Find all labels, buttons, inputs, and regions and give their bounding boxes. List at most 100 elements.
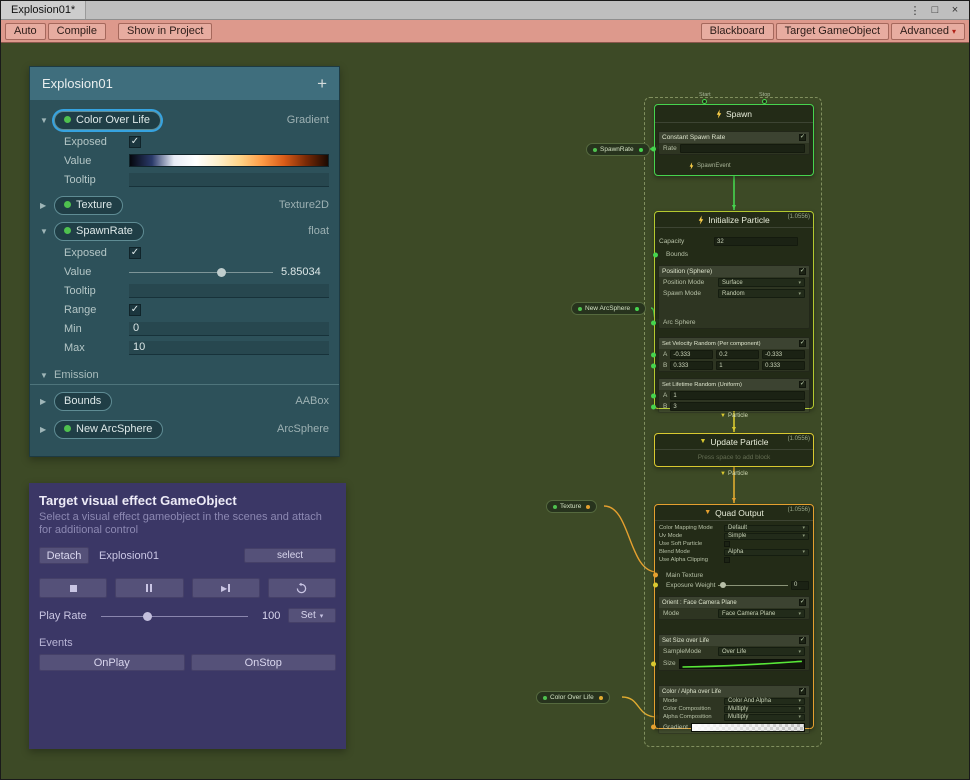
sample-mode-dropdown[interactable]: Over Life▾	[718, 647, 805, 656]
particle-output-port[interactable]: ▼ Particle	[720, 413, 748, 419]
constant-spawn-rate-block[interactable]: Constant Spawn Rate✓ Rate	[658, 131, 810, 155]
advanced-dropdown-button[interactable]: Advanced▾	[891, 23, 965, 40]
block-enabled-checkbox[interactable]: ✓	[799, 340, 806, 347]
blackboard-header[interactable]: Explosion01 +	[30, 67, 339, 100]
min-field[interactable]: 0	[129, 322, 329, 336]
gradient-port-icon[interactable]	[651, 725, 656, 730]
parameter-node-texture[interactable]: Texture	[546, 500, 597, 513]
compile-button[interactable]: Compile	[48, 23, 106, 40]
velocity-b-z-field[interactable]: 0.333	[762, 361, 805, 370]
lifetime-b-port-icon[interactable]	[651, 404, 656, 409]
main-texture-port-icon[interactable]	[653, 573, 658, 578]
particle-output-port[interactable]: ▼ Particle	[720, 471, 748, 477]
restore-icon[interactable]: □	[927, 4, 943, 16]
exposed-checkbox[interactable]: ✓	[129, 136, 141, 148]
select-button[interactable]: select	[244, 548, 336, 563]
size-port-icon[interactable]	[651, 661, 656, 666]
blend-mode-dropdown[interactable]: Alpha▾	[724, 549, 809, 556]
step-button[interactable]: ▶	[192, 578, 260, 598]
position-mode-dropdown[interactable]: Surface▾	[718, 278, 805, 287]
set-velocity-random-block[interactable]: Set Velocity Random (Per component)✓ A -…	[658, 337, 810, 372]
output-port-icon[interactable]	[635, 307, 639, 311]
initialize-node-header[interactable]: Initialize Particle (1.0556)	[655, 212, 813, 228]
output-port-icon[interactable]	[639, 148, 643, 152]
param-row-texture[interactable]: ▶ Texture Texture2D	[30, 193, 339, 217]
chevron-right-icon[interactable]: ▶	[40, 397, 54, 406]
restart-button[interactable]	[268, 578, 336, 598]
param-row-bounds[interactable]: ▶ Bounds AABox	[30, 389, 339, 413]
param-row-new-arcsphere[interactable]: ▶ New ArcSphere ArcSphere	[30, 417, 339, 441]
alpha-composition-dropdown[interactable]: Multiply▾	[724, 714, 805, 721]
exposure-weight-field[interactable]: 0	[791, 581, 809, 590]
color-mode-dropdown[interactable]: Color And Alpha▾	[724, 698, 805, 705]
position-sphere-block[interactable]: Position (Sphere)✓ Position Mode Surface…	[658, 265, 810, 329]
pause-button[interactable]	[115, 578, 183, 598]
block-enabled-checkbox[interactable]: ✓	[799, 637, 806, 644]
chevron-down-icon[interactable]: ▼	[40, 116, 54, 125]
blackboard-toggle-button[interactable]: Blackboard	[701, 23, 774, 40]
velocity-b-y-field[interactable]: 1	[716, 361, 759, 370]
range-checkbox[interactable]: ✓	[129, 304, 141, 316]
block-enabled-checkbox[interactable]: ✓	[799, 599, 806, 606]
block-enabled-checkbox[interactable]: ✓	[799, 381, 806, 388]
param-pill-color-over-life[interactable]: Color Over Life	[54, 111, 161, 130]
chevron-right-icon[interactable]: ▶	[40, 201, 54, 210]
color-alpha-over-life-block[interactable]: Color / Alpha over Life✓ Mode Color And …	[658, 685, 810, 734]
param-pill-bounds[interactable]: Bounds	[54, 392, 112, 411]
spawn-event-output[interactable]: SpawnEvent	[655, 161, 813, 171]
rate-field[interactable]	[680, 144, 805, 153]
param-pill-spawnrate[interactable]: SpawnRate	[54, 222, 144, 241]
size-curve-field[interactable]	[679, 659, 805, 669]
stop-button[interactable]	[39, 578, 107, 598]
tooltip-field[interactable]	[129, 284, 329, 298]
set-play-rate-button[interactable]: Set ▾	[288, 608, 336, 623]
exposure-weight-slider[interactable]	[718, 581, 788, 590]
chevron-down-icon[interactable]: ▼	[40, 227, 54, 236]
param-pill-new-arcsphere[interactable]: New ArcSphere	[54, 420, 163, 439]
velocity-b-x-field[interactable]: 0.333	[670, 361, 713, 370]
output-port-icon[interactable]	[599, 696, 603, 700]
chevron-right-icon[interactable]: ▶	[40, 425, 54, 434]
lifetime-b-field[interactable]: 3	[670, 402, 805, 411]
bounds-port-icon[interactable]	[653, 252, 658, 257]
quad-node-header[interactable]: ▼ Quad Output (1.0556)	[655, 505, 813, 521]
lifetime-a-field[interactable]: 1	[670, 391, 805, 400]
exposure-weight-port-icon[interactable]	[653, 583, 658, 588]
block-enabled-checkbox[interactable]: ✓	[799, 268, 806, 275]
param-pill-texture[interactable]: Texture	[54, 196, 123, 215]
lifetime-a-port-icon[interactable]	[651, 393, 656, 398]
slider-handle[interactable]	[143, 612, 152, 621]
add-parameter-button[interactable]: +	[317, 74, 327, 94]
tooltip-field[interactable]	[129, 173, 329, 187]
arc-sphere-port-icon[interactable]	[651, 320, 656, 325]
graph-canvas[interactable]: Start Stop Spawn Constant Spawn Rate✓ Ra…	[1, 43, 969, 779]
use-alpha-clipping-checkbox[interactable]	[724, 557, 730, 563]
value-field[interactable]: 5.85034	[281, 266, 329, 278]
play-rate-slider[interactable]	[101, 609, 248, 623]
spawn-node-header[interactable]: Spawn	[655, 105, 813, 123]
velocity-a-y-field[interactable]: 0.2	[716, 350, 759, 359]
play-rate-value[interactable]: 100	[248, 610, 288, 622]
capacity-field[interactable]: 32	[714, 237, 798, 246]
auto-button[interactable]: Auto	[5, 23, 46, 40]
color-composition-dropdown[interactable]: Multiply▾	[724, 706, 805, 713]
set-size-over-life-block[interactable]: Set Size over Life✓ SampleMode Over Life…	[658, 634, 810, 671]
category-emission[interactable]: ▼ Emission	[30, 361, 339, 385]
quad-output-node[interactable]: ▼ ▼ Quad Output (1.0556) Color Mapping M…	[654, 504, 814, 729]
update-node-header[interactable]: ▼ Update Particle (1.0556)	[655, 434, 813, 450]
initialize-particle-node[interactable]: ▼ Initialize Particle (1.0556) Capacity …	[654, 211, 814, 409]
velocity-a-port-icon[interactable]	[651, 352, 656, 357]
value-slider[interactable]	[129, 265, 273, 279]
slider-handle[interactable]	[217, 268, 226, 277]
spawn-start-port[interactable]: Start	[699, 92, 711, 104]
show-in-project-button[interactable]: Show in Project	[118, 23, 212, 40]
rate-port-icon[interactable]	[651, 146, 656, 151]
block-enabled-checkbox[interactable]: ✓	[799, 688, 806, 695]
velocity-a-x-field[interactable]: -0.333	[670, 350, 713, 359]
spawn-stop-port[interactable]: Stop	[759, 92, 770, 104]
spawn-context-node[interactable]: Start Stop Spawn Constant Spawn Rate✓ Ra…	[654, 104, 814, 176]
gradient-field[interactable]	[691, 723, 805, 732]
max-field[interactable]: 10	[129, 341, 329, 355]
orient-mode-dropdown[interactable]: Face Camera Plane▾	[718, 609, 805, 618]
exposed-checkbox[interactable]: ✓	[129, 247, 141, 259]
